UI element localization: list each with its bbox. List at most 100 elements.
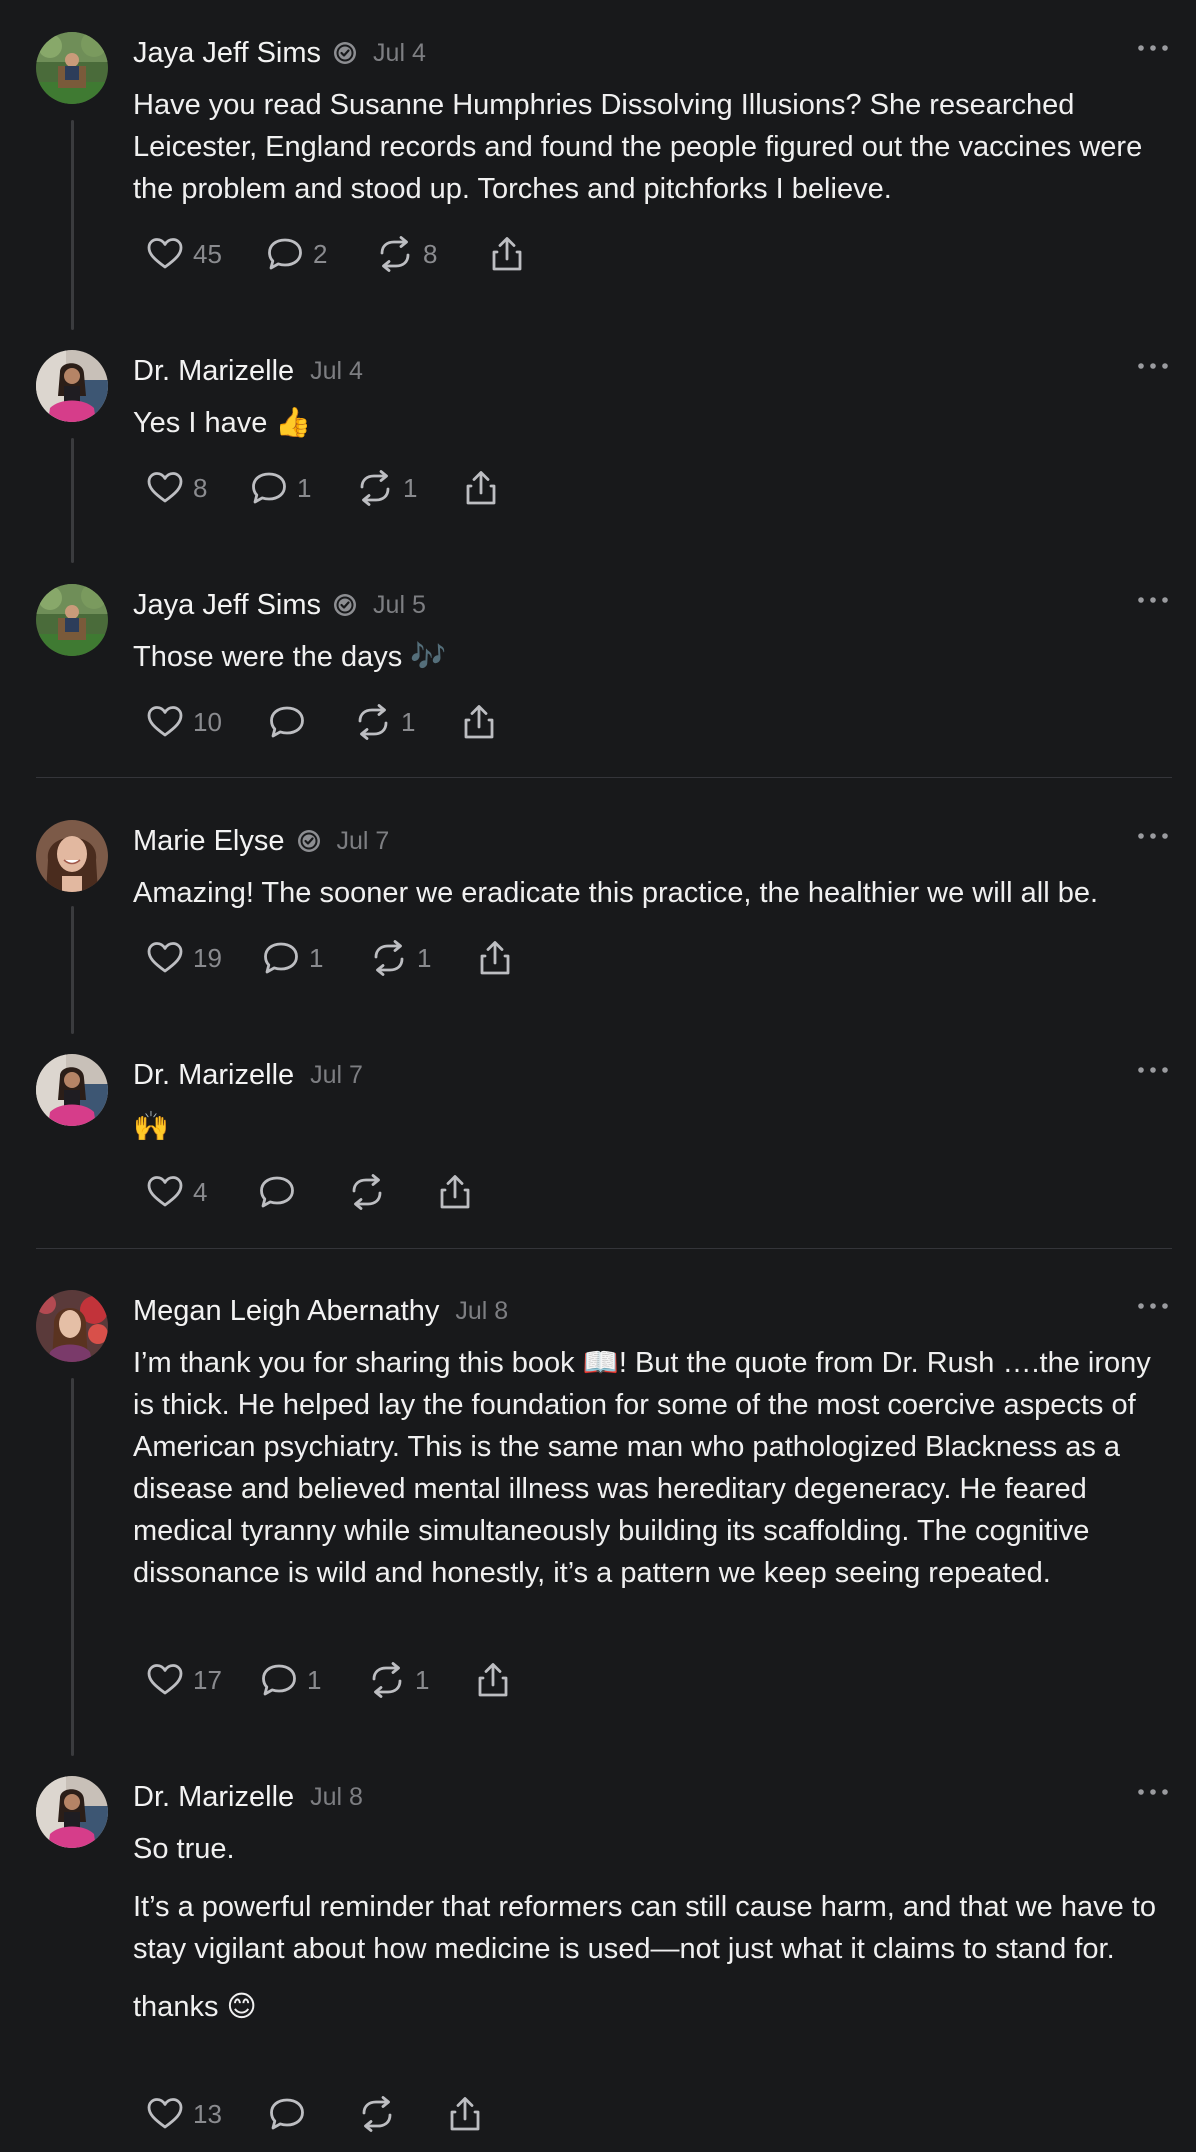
like-button[interactable]: 10 — [146, 702, 222, 742]
author-name[interactable]: Dr. Marizelle — [133, 355, 294, 388]
reply-post: Dr. Marizelle Jul 8 So true. It’s a powerfu… — [0, 1776, 1196, 2138]
avatar[interactable] — [36, 32, 108, 104]
author-name[interactable]: Jaya Jeff Sims — [133, 37, 321, 70]
post-header: Megan Leigh Abernathy Jul 8 — [133, 1294, 508, 1328]
share-button[interactable] — [460, 702, 498, 742]
post-text: Have you read Susanne Humphries Dissolvi… — [133, 84, 1173, 210]
like-button[interactable]: 45 — [146, 234, 222, 274]
post-date[interactable]: Jul 4 — [373, 39, 426, 68]
like-count: 4 — [193, 1176, 208, 1207]
post-text: 🙌 — [133, 1106, 1173, 1148]
avatar[interactable] — [36, 1290, 108, 1362]
like-button[interactable]: 13 — [146, 2094, 222, 2134]
repost-icon — [370, 940, 408, 976]
comment-button[interactable]: 1 — [250, 468, 311, 508]
repost-count: 8 — [423, 238, 438, 269]
author-name[interactable]: Jaya Jeff Sims — [133, 589, 321, 622]
more-options-icon[interactable] — [1136, 42, 1170, 54]
like-count: 8 — [193, 472, 208, 503]
avatar[interactable] — [36, 1776, 108, 1848]
repost-button[interactable] — [358, 2094, 396, 2134]
repost-button[interactable]: 8 — [376, 234, 437, 274]
heart-icon — [146, 940, 184, 976]
more-options-icon[interactable] — [1136, 830, 1170, 842]
like-button[interactable]: 4 — [146, 1172, 207, 1212]
share-button[interactable] — [474, 1660, 512, 1700]
heart-icon — [146, 704, 184, 740]
repost-button[interactable]: 1 — [354, 702, 415, 742]
post-text: I’m thank you for sharing this book 📖! B… — [133, 1342, 1173, 1594]
post-paragraph: Those were the days 🎶 — [133, 641, 447, 673]
more-options-icon[interactable] — [1136, 1064, 1170, 1076]
post-header: Dr. Marizelle Jul 4 — [133, 354, 363, 388]
repost-button[interactable]: 1 — [370, 938, 431, 978]
post-header: Marie Elyse Jul 7 — [133, 824, 389, 858]
heart-icon — [146, 470, 184, 506]
share-icon — [446, 2096, 484, 2132]
comment-icon — [258, 1174, 296, 1210]
author-name[interactable]: Megan Leigh Abernathy — [133, 1295, 439, 1328]
share-button[interactable] — [446, 2094, 484, 2134]
share-button[interactable] — [462, 468, 500, 508]
comment-button[interactable] — [268, 702, 306, 742]
post-paragraph: I’m thank you for sharing this book 📖! B… — [133, 1347, 1151, 1589]
reply-post: Dr. Marizelle Jul 4 Yes I have 👍 8 1 1 — [0, 350, 1196, 512]
comment-count: 2 — [313, 238, 328, 269]
like-button[interactable]: 19 — [146, 938, 222, 978]
reply-post: Marie Elyse Jul 7 Amazing! The sooner we e… — [0, 820, 1196, 982]
author-name[interactable]: Dr. Marizelle — [133, 1781, 294, 1814]
comment-icon — [268, 2096, 306, 2132]
heart-icon — [146, 1662, 184, 1698]
post-date[interactable]: Jul 7 — [310, 1061, 363, 1090]
thread-divider — [36, 1248, 1172, 1249]
heart-icon — [146, 2096, 184, 2132]
repost-button[interactable]: 1 — [356, 468, 417, 508]
comment-button[interactable]: 1 — [262, 938, 323, 978]
post-date[interactable]: Jul 7 — [337, 827, 390, 856]
post-date[interactable]: Jul 8 — [455, 1297, 508, 1326]
author-name[interactable]: Marie Elyse — [133, 825, 285, 858]
verified-badge-icon — [333, 593, 357, 617]
avatar[interactable] — [36, 820, 108, 892]
verified-badge-icon — [297, 829, 321, 853]
more-options-icon[interactable] — [1136, 594, 1170, 606]
more-options-icon[interactable] — [1136, 1786, 1170, 1798]
comment-count: 1 — [309, 942, 324, 973]
post-paragraph: thanks 😊 — [133, 1991, 257, 2023]
repost-count: 1 — [403, 472, 418, 503]
post-paragraph: Have you read Susanne Humphries Dissolvi… — [133, 89, 1143, 205]
heart-icon — [146, 1174, 184, 1210]
share-button[interactable] — [476, 938, 514, 978]
post-paragraph: So true. — [133, 1833, 235, 1865]
share-button[interactable] — [488, 234, 526, 274]
avatar[interactable] — [36, 1054, 108, 1126]
like-button[interactable]: 8 — [146, 468, 207, 508]
like-count: 45 — [193, 238, 222, 269]
repost-button[interactable]: 1 — [368, 1660, 429, 1700]
post-date[interactable]: Jul 8 — [310, 1783, 363, 1812]
more-options-icon[interactable] — [1136, 1300, 1170, 1312]
comment-button[interactable]: 1 — [260, 1660, 321, 1700]
comment-button[interactable] — [268, 2094, 306, 2134]
more-options-icon[interactable] — [1136, 360, 1170, 372]
post-text: Yes I have 👍 — [133, 402, 1173, 444]
repost-button[interactable] — [348, 1172, 386, 1212]
share-icon — [436, 1174, 474, 1210]
comment-icon — [268, 704, 306, 740]
comment-button[interactable] — [258, 1172, 296, 1212]
post-text: So true. It’s a powerful reminder that re… — [133, 1828, 1173, 2028]
avatar[interactable] — [36, 350, 108, 422]
share-icon — [474, 1662, 512, 1698]
share-icon — [460, 704, 498, 740]
post-date[interactable]: Jul 5 — [373, 591, 426, 620]
like-button[interactable]: 17 — [146, 1660, 222, 1700]
author-name[interactable]: Dr. Marizelle — [133, 1059, 294, 1092]
comment-button[interactable]: 2 — [266, 234, 327, 274]
reply-post: Jaya Jeff Sims Jul 4 Have you read Susanne… — [0, 32, 1196, 278]
comment-count: 1 — [297, 472, 312, 503]
post-text: Amazing! The sooner we eradicate this pr… — [133, 872, 1173, 914]
avatar[interactable] — [36, 584, 108, 656]
post-date[interactable]: Jul 4 — [310, 357, 363, 386]
reply-thread: Jaya Jeff Sims Jul 4 Have you read Susanne… — [0, 0, 1196, 2152]
share-button[interactable] — [436, 1172, 474, 1212]
